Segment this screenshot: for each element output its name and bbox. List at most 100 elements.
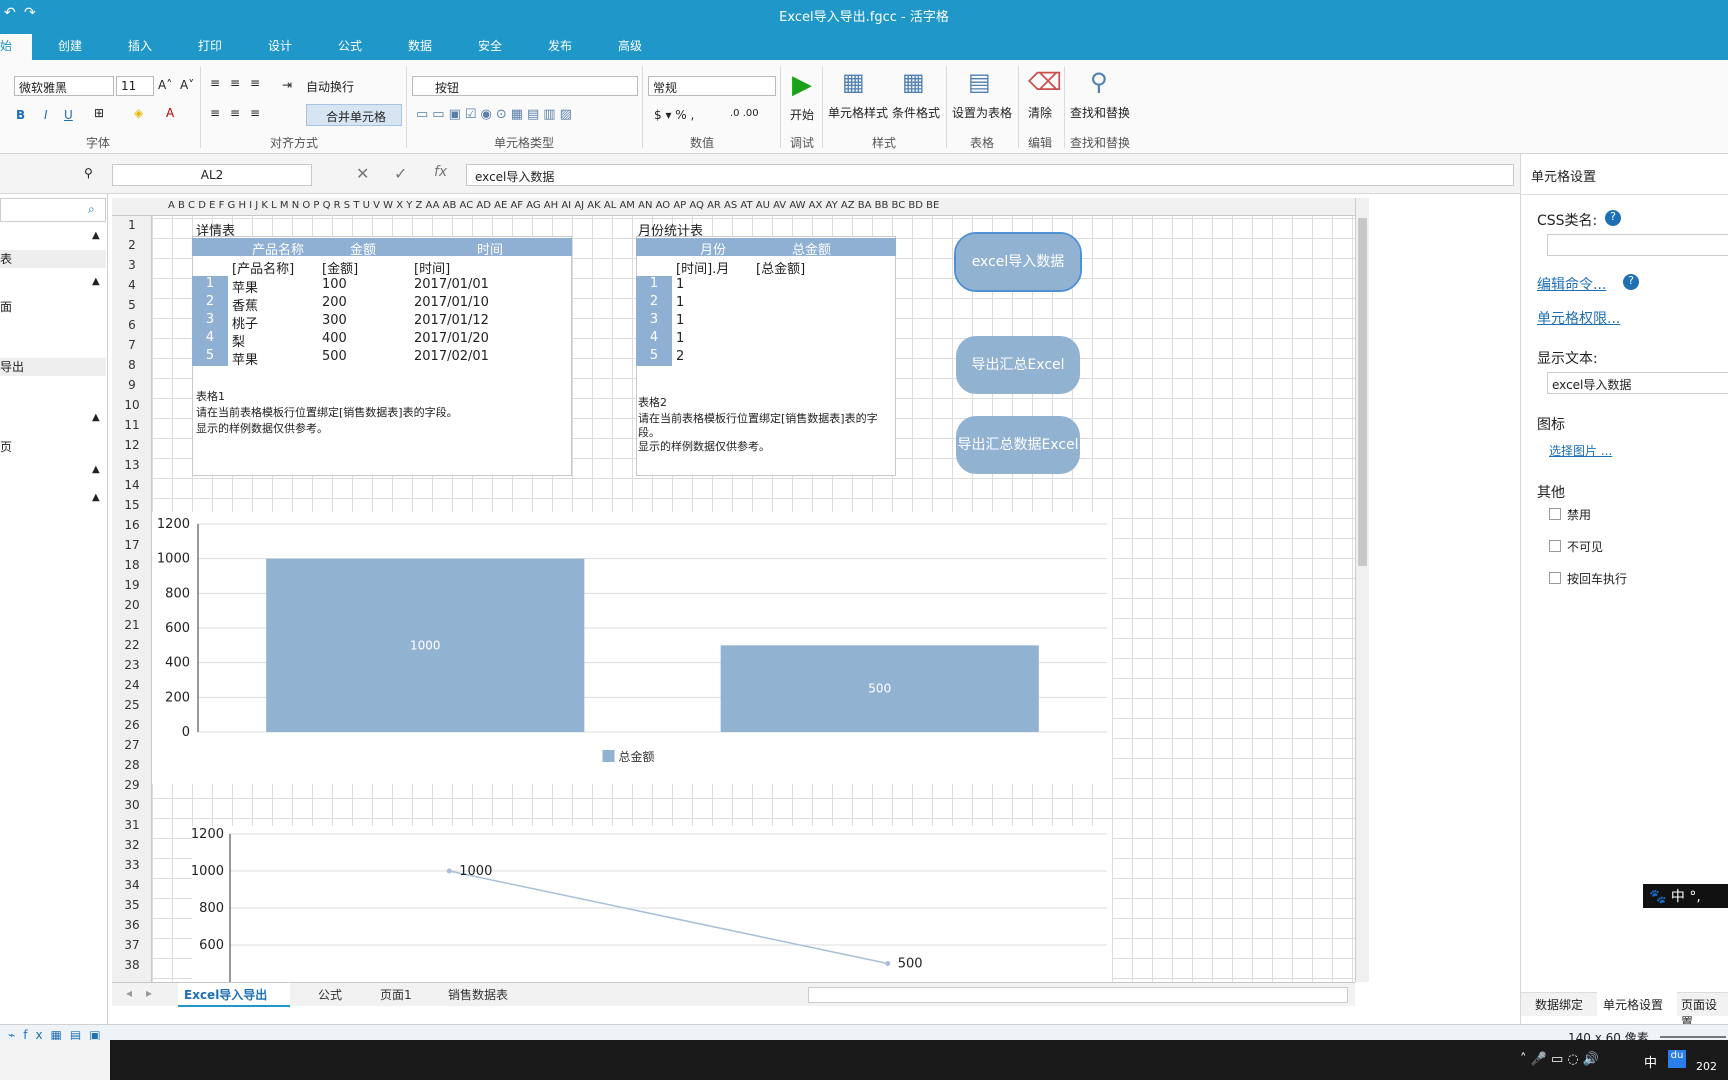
- row-number[interactable]: 10: [112, 398, 151, 412]
- bold-icon[interactable]: B: [16, 108, 25, 122]
- font-grow-icon[interactable]: A˄: [158, 78, 172, 92]
- font-name-select[interactable]: 微软雅黑: [14, 76, 114, 96]
- row-number[interactable]: 13: [112, 458, 151, 472]
- tab-insert[interactable]: 插入: [128, 37, 152, 54]
- cell-permission-link[interactable]: 单元格权限...: [1537, 308, 1620, 328]
- row-number[interactable]: 17: [112, 538, 151, 552]
- tab-design[interactable]: 设计: [268, 37, 292, 54]
- row-number[interactable]: 6: [112, 318, 151, 332]
- disable-checkbox[interactable]: [1549, 508, 1561, 520]
- tab-formula[interactable]: 公式: [338, 37, 362, 54]
- tab-advanced[interactable]: 高级: [618, 37, 642, 54]
- display-text-input[interactable]: excel导入数据: [1547, 372, 1728, 394]
- clear-button[interactable]: 清除: [1028, 104, 1052, 121]
- align-right-icon[interactable]: ≡: [250, 106, 260, 120]
- sheet-tab[interactable]: 公式: [318, 986, 342, 1003]
- confirm-icon[interactable]: ✓: [394, 164, 407, 183]
- chevron-up-icon[interactable]: ▲: [92, 412, 100, 423]
- excel-import-button[interactable]: excel导入数据: [954, 232, 1082, 292]
- binoculars-icon[interactable]: ⚲: [1090, 68, 1108, 96]
- row-number[interactable]: 27: [112, 738, 151, 752]
- formula-input[interactable]: excel导入数据: [466, 164, 1514, 186]
- enter-exec-checkbox[interactable]: [1549, 572, 1561, 584]
- chevron-up-icon[interactable]: ▲: [92, 492, 100, 503]
- next-sheet-icon[interactable]: ▸: [146, 986, 152, 1000]
- row-number[interactable]: 22: [112, 638, 151, 652]
- spreadsheet-grid[interactable]: 详情表 产品名称 金额 时间 [产品名称] [金额] [时间] 1 苹果 100 20…: [112, 198, 1355, 982]
- css-input[interactable]: [1547, 234, 1728, 256]
- row-number[interactable]: 19: [112, 578, 151, 592]
- row-number[interactable]: 31: [112, 818, 151, 832]
- row-number[interactable]: 16: [112, 518, 151, 532]
- tab-security[interactable]: 安全: [478, 37, 502, 54]
- cancel-icon[interactable]: ✕: [356, 164, 369, 183]
- align-center-icon[interactable]: ≡: [230, 106, 240, 120]
- merge-cells-button[interactable]: 合并单元格: [326, 108, 386, 125]
- choose-image-link[interactable]: 选择图片 ...: [1549, 442, 1612, 459]
- align-bottom-icon[interactable]: ≡: [250, 76, 260, 90]
- row-number[interactable]: 24: [112, 678, 151, 692]
- row-number[interactable]: 21: [112, 618, 151, 632]
- tab-data-binding[interactable]: 数据绑定: [1535, 996, 1583, 1013]
- tab-data[interactable]: 数据: [408, 37, 432, 54]
- cond-format-button[interactable]: 条件格式: [892, 104, 940, 121]
- row-number[interactable]: 35: [112, 898, 151, 912]
- row-number[interactable]: 30: [112, 798, 151, 812]
- chevron-up-icon[interactable]: ▲: [92, 276, 100, 287]
- row-number[interactable]: 7: [112, 338, 151, 352]
- chevron-up-icon[interactable]: ▲: [92, 230, 100, 241]
- sheet-tab[interactable]: 页面1: [380, 986, 412, 1003]
- ime-indicator[interactable]: 中: [1644, 1052, 1657, 1071]
- row-number[interactable]: 34: [112, 878, 151, 892]
- start-button[interactable]: 开始: [790, 106, 814, 123]
- set-table-icon[interactable]: ▤: [968, 68, 991, 96]
- font-shrink-icon[interactable]: A˅: [180, 78, 194, 92]
- row-number[interactable]: 12: [112, 438, 151, 452]
- row-number[interactable]: 5: [112, 298, 151, 312]
- sheet-tab-active[interactable]: Excel导入导出: [184, 986, 267, 1003]
- row-number[interactable]: 28: [112, 758, 151, 772]
- sheet-tab[interactable]: 销售数据表: [448, 986, 508, 1003]
- export-summary-data-button[interactable]: 导出汇总数据Excel: [956, 416, 1080, 474]
- row-number[interactable]: 4: [112, 278, 151, 292]
- font-size-select[interactable]: 11: [116, 76, 154, 96]
- prev-sheet-icon[interactable]: ◂: [126, 986, 132, 1000]
- zoom-slider[interactable]: [1660, 1036, 1726, 1038]
- decimal-icon[interactable]: .0 .00: [730, 108, 759, 119]
- row-number[interactable]: 3: [112, 258, 151, 272]
- row-number[interactable]: 36: [112, 918, 151, 932]
- ime-toolbar[interactable]: 🐾 中 °,: [1643, 884, 1728, 908]
- left-item[interactable]: 面: [0, 298, 12, 315]
- fill-color-icon[interactable]: ◈: [134, 106, 143, 120]
- row-number[interactable]: 2: [112, 238, 151, 252]
- fx-icon[interactable]: fx: [434, 164, 447, 180]
- underline-icon[interactable]: U: [64, 108, 73, 122]
- tab-home[interactable]: 始: [0, 37, 12, 54]
- left-item[interactable]: 导出: [0, 358, 106, 376]
- align-left-icon[interactable]: ≡: [210, 106, 220, 120]
- horizontal-scrollbar[interactable]: [808, 987, 1348, 1003]
- left-item[interactable]: 页: [0, 438, 12, 455]
- row-number[interactable]: 18: [112, 558, 151, 572]
- edit-command-link[interactable]: 编辑命令...: [1537, 274, 1606, 294]
- help-icon[interactable]: ?: [1623, 274, 1639, 290]
- italic-icon[interactable]: I: [44, 108, 48, 122]
- currency-icon[interactable]: $ ▾ % ,: [654, 108, 694, 122]
- tab-create[interactable]: 创建: [58, 37, 82, 54]
- cell-style-button[interactable]: 单元格样式: [828, 104, 888, 121]
- help-icon[interactable]: ?: [1605, 210, 1621, 226]
- row-number[interactable]: 23: [112, 658, 151, 672]
- tab-cell-settings[interactable]: 单元格设置: [1603, 996, 1663, 1013]
- row-number[interactable]: 26: [112, 718, 151, 732]
- row-number[interactable]: 38: [112, 958, 151, 972]
- set-table-button[interactable]: 设置为表格: [952, 104, 1012, 121]
- cell-type-icons[interactable]: ▭▭▣☑◉⊙▦▤▥▨: [416, 107, 636, 123]
- wrap-text-button[interactable]: 自动换行: [306, 78, 354, 95]
- align-top-icon[interactable]: ≡: [210, 76, 220, 90]
- vertical-scrollbar[interactable]: [1355, 198, 1369, 982]
- cell-style-icon[interactable]: ▦: [842, 68, 865, 96]
- chevron-up-icon[interactable]: ▲: [92, 464, 100, 475]
- font-color-icon[interactable]: A: [166, 106, 174, 120]
- name-box[interactable]: AL2: [112, 164, 312, 186]
- search-icon[interactable]: ⌕: [88, 202, 95, 217]
